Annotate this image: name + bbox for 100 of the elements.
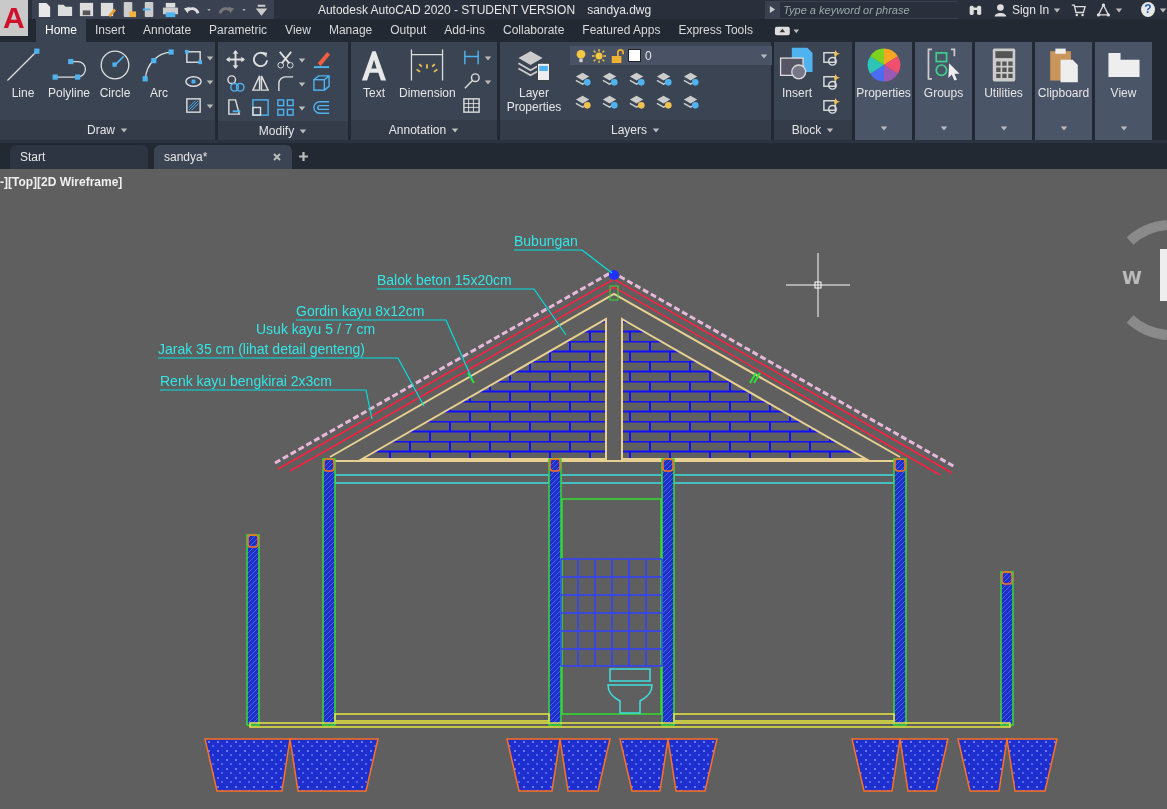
- fillet-icon[interactable]: [276, 74, 295, 93]
- eraser-icon[interactable]: [312, 50, 331, 69]
- block-tool-icon[interactable]: [822, 72, 841, 91]
- caret-icon[interactable]: [206, 53, 215, 62]
- caret-icon: [1059, 124, 1068, 132]
- cube-icon[interactable]: [312, 74, 331, 93]
- caret-icon[interactable]: [1159, 5, 1167, 14]
- annotation-label: Balok beton 15x20cm: [377, 272, 512, 288]
- caret-icon[interactable]: [483, 53, 492, 62]
- caret-icon[interactable]: [1053, 5, 1062, 14]
- lightbulb-icon: [574, 48, 588, 63]
- search-field[interactable]: Type a keyword or phrase: [765, 0, 959, 19]
- help-button[interactable]: ?: [1141, 2, 1155, 17]
- insert-button[interactable]: Insert: [778, 46, 816, 100]
- ribbon-tab[interactable]: Insert: [86, 19, 135, 42]
- caret-icon: [939, 124, 948, 132]
- new-tab-icon[interactable]: [298, 151, 309, 162]
- rotate-icon[interactable]: [251, 50, 270, 69]
- save-as-icon[interactable]: [98, 1, 116, 18]
- caret-icon[interactable]: [120, 126, 128, 134]
- panel-toggle-icon[interactable]: [773, 24, 800, 37]
- scissors-icon[interactable]: [276, 50, 295, 69]
- linear-dimension-icon[interactable]: [461, 48, 481, 67]
- ribbon-tab[interactable]: View: [276, 19, 320, 42]
- panel-title[interactable]: Draw: [0, 120, 215, 140]
- draw-tool-button[interactable]: Arc: [140, 46, 179, 100]
- collapsed-panel-button[interactable]: Groups: [915, 42, 972, 140]
- crosshair-cursor: [785, 252, 851, 318]
- mirror-icon[interactable]: [251, 74, 270, 93]
- draw-tool-button[interactable]: Polyline: [48, 46, 91, 100]
- rectangle-icon[interactable]: [184, 48, 204, 67]
- viewport-label[interactable]: -][Top][2D Wireframe]: [0, 175, 123, 189]
- ribbon-tab[interactable]: Featured Apps: [573, 19, 670, 42]
- block-tool-icon[interactable]: [822, 48, 841, 67]
- caret-icon[interactable]: [299, 126, 308, 135]
- annotation-label: Renk kayu bengkirai 2x3cm: [160, 373, 332, 389]
- annotation-label: Jarak 35 cm (lihat detail genteng): [158, 341, 365, 357]
- table-icon[interactable]: [461, 96, 481, 115]
- text-tool-button[interactable]: Text: [355, 46, 393, 100]
- scale-icon[interactable]: [251, 98, 270, 117]
- annotation-label: Bubungan: [514, 233, 578, 249]
- collapsed-panel-button[interactable]: Properties: [855, 42, 912, 140]
- sun-icon: [592, 48, 606, 63]
- array-icon[interactable]: [276, 98, 295, 117]
- window-title: Autodesk AutoCAD 2020 - STUDENT VERSION: [317, 2, 576, 17]
- caret-icon[interactable]: [298, 55, 306, 64]
- ribbon-tab[interactable]: Add-ins: [435, 19, 494, 42]
- caret-icon[interactable]: [652, 126, 660, 134]
- cart-icon[interactable]: [1071, 1, 1087, 18]
- ribbon-tab[interactable]: Manage: [319, 19, 382, 42]
- caret-icon[interactable]: [1115, 5, 1124, 14]
- panel-title[interactable]: Block: [774, 120, 852, 140]
- draw-tool-button[interactable]: Line: [4, 46, 42, 100]
- caret-icon[interactable]: [826, 126, 835, 134]
- compass-label: W: [1122, 267, 1142, 288]
- collapsed-panel-button[interactable]: View: [1095, 42, 1152, 140]
- caret-icon[interactable]: [206, 101, 215, 110]
- caret-icon[interactable]: [206, 77, 215, 86]
- collapsed-panel-button[interactable]: Clipboard: [1035, 42, 1092, 140]
- ribbon-tab[interactable]: Annotate: [134, 19, 201, 42]
- offset-icon[interactable]: [312, 98, 331, 117]
- caret-icon[interactable]: [298, 103, 306, 112]
- line-icon: [4, 46, 42, 84]
- hatch-icon[interactable]: [184, 96, 204, 115]
- caret-icon: [879, 124, 888, 132]
- block-tool-icon[interactable]: [822, 96, 841, 115]
- caret-icon[interactable]: [451, 126, 460, 134]
- caret-icon: [999, 124, 1008, 132]
- layer-dropdown[interactable]: 0: [570, 46, 772, 65]
- file-tab[interactable]: sandya*: [154, 145, 292, 169]
- panel-title[interactable]: Modify: [218, 121, 348, 140]
- sign-in-link[interactable]: Sign In: [1011, 2, 1050, 17]
- dimension-tool-button[interactable]: Dimension: [399, 46, 456, 100]
- ribbon-tab[interactable]: Collaborate: [494, 19, 574, 42]
- save-icon[interactable]: [77, 1, 95, 18]
- move-icon[interactable]: [226, 50, 245, 69]
- file-tab[interactable]: Start: [10, 145, 148, 169]
- collapsed-panel-button[interactable]: Utilities: [975, 42, 1032, 140]
- panel-title[interactable]: Annotation: [351, 120, 497, 140]
- toilet-drawing: [607, 668, 653, 714]
- copy-icon[interactable]: [226, 74, 245, 93]
- panel-title[interactable]: Layers: [500, 120, 771, 140]
- annotation-label: Usuk kayu 5 / 7 cm: [256, 321, 376, 337]
- caret-icon: [1119, 124, 1128, 132]
- draw-tool-button[interactable]: Circle: [96, 46, 135, 100]
- caret-icon[interactable]: [483, 77, 492, 86]
- ribbon-tab[interactable]: Express Tools: [669, 19, 762, 42]
- color-swatch: [628, 49, 641, 62]
- caret-icon[interactable]: [298, 79, 306, 88]
- ribbon-tab[interactable]: Output: [381, 19, 436, 42]
- printer-icon[interactable]: [161, 1, 179, 18]
- triangle-network-icon[interactable]: [1096, 1, 1112, 18]
- expand-arrow-icon[interactable]: [769, 5, 777, 14]
- close-icon[interactable]: [272, 152, 282, 162]
- ribbon-tab[interactable]: Parametric: [200, 19, 277, 42]
- file-name: sandya.dwg: [587, 2, 652, 17]
- leader-icon[interactable]: [461, 72, 481, 91]
- ribbon-tab[interactable]: Home: [36, 19, 86, 42]
- layer-properties-button[interactable]: Layer Properties: [504, 46, 564, 114]
- caret-icon[interactable]: [760, 51, 768, 60]
